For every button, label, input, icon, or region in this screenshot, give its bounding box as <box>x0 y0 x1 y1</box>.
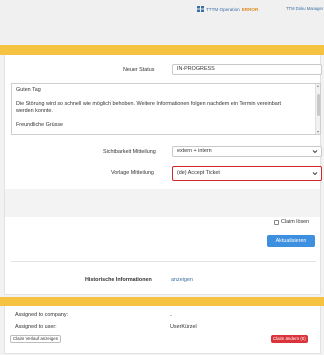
claim-change-button[interactable]: Claim ändern (0) <box>271 335 308 343</box>
grid-icon <box>197 6 204 12</box>
visibility-label: Sichtbarkeit Mitteilung <box>103 149 156 155</box>
message-line: Freundliche Grüsse <box>16 122 64 128</box>
claim-release-label: Claim lösen <box>281 219 310 225</box>
chevron-down-icon <box>312 172 318 176</box>
visibility-select[interactable]: extern + intern <box>172 146 322 157</box>
user-value: UserKürzel <box>170 324 197 330</box>
status-select-value: IN-PROGRESS <box>177 66 215 72</box>
company-label: Assigned to company: <box>15 312 69 318</box>
template-select[interactable]: (de) Accept Ticket <box>172 166 322 181</box>
update-button[interactable]: Aktualisieren <box>267 235 315 247</box>
history-link[interactable]: anzeigen <box>171 277 193 283</box>
status-label: Neuer Status <box>123 67 155 73</box>
divider <box>11 261 316 262</box>
form-separator <box>5 189 320 217</box>
operation-status-badge: ERROR <box>241 6 259 12</box>
claim-release-checkbox[interactable]: Claim lösen <box>274 219 309 225</box>
accent-band-top <box>0 45 324 55</box>
message-scrollbar[interactable] <box>315 84 320 134</box>
scroll-thumb[interactable] <box>317 94 320 116</box>
operation-indicator[interactable]: TTTM Operation ERROR <box>197 5 258 13</box>
claim-history-button[interactable]: Claim Verlauf anzeigen <box>10 335 62 343</box>
scroll-up-icon[interactable] <box>317 85 319 87</box>
claim-panel: Assigned to company: - Assigned to user:… <box>4 306 321 354</box>
template-label: Vorlage Mitteilung <box>111 170 154 176</box>
user-label: Assigned to user: <box>15 324 57 330</box>
top-bar: TTTM Operation ERROR TTM Doku Manager <box>0 0 324 44</box>
chevron-down-icon <box>312 150 318 154</box>
message-line: .................... <box>16 131 46 134</box>
user-menu-link[interactable]: TTM Doku Manager <box>286 6 323 11</box>
message-line: Die Störung wird so schnell wie möglich … <box>16 101 281 107</box>
ticket-update-panel: Neuer Status IN-PROGRESS Guten Tag Die S… <box>4 55 322 295</box>
visibility-select-value: extern + intern <box>177 148 212 154</box>
history-label: Historische Informationen <box>85 277 152 283</box>
message-editor[interactable]: Guten Tag Die Störung wird so schnell wi… <box>11 83 321 135</box>
accent-band-bottom <box>0 297 324 306</box>
company-value: - <box>170 313 172 319</box>
scroll-down-icon[interactable] <box>317 131 319 133</box>
message-line: Guten Tag <box>16 87 41 93</box>
status-select[interactable]: IN-PROGRESS <box>172 64 322 75</box>
template-select-value: (de) Accept Ticket <box>177 170 220 176</box>
checkbox-box[interactable] <box>274 219 279 225</box>
message-line: werden konnte. <box>16 108 53 114</box>
operation-label: TTTM Operation <box>206 6 240 12</box>
